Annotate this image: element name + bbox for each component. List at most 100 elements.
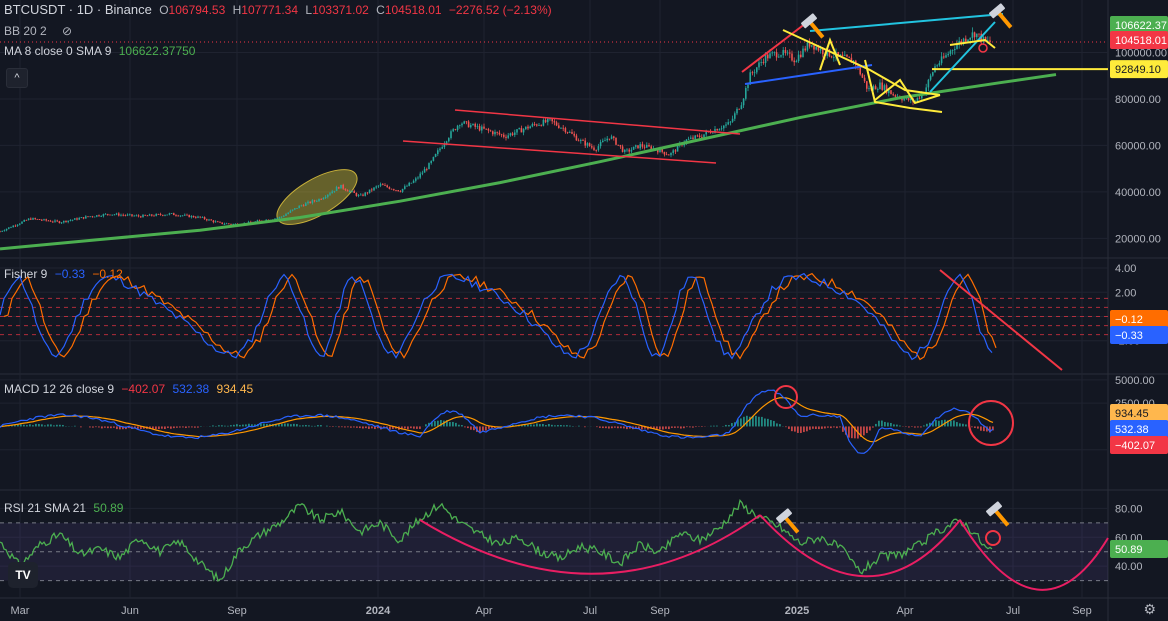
macd-histogram-bar	[662, 426, 664, 430]
candle-body	[894, 95, 897, 97]
candle-body	[562, 127, 564, 129]
candle-body	[569, 132, 571, 133]
macd-histogram-bar	[467, 426, 469, 429]
candle-body	[588, 143, 591, 147]
candle-body	[558, 125, 560, 129]
candle-body	[166, 214, 168, 216]
bb-legend[interactable]: BB 20 2 ⊘	[4, 23, 76, 39]
macd-histogram-bar	[236, 424, 238, 427]
close-label: C	[376, 3, 385, 17]
candle-body	[597, 146, 600, 151]
candle-body	[747, 84, 749, 89]
candle-body	[544, 119, 547, 123]
candle-body	[641, 144, 644, 147]
macd-histogram-bar	[326, 425, 328, 427]
candle-body	[153, 215, 155, 217]
collapse-legend-button[interactable]: ^	[6, 68, 28, 88]
macd-histogram-bar	[281, 423, 283, 427]
macd-histogram-bar	[827, 426, 829, 428]
eye-off-icon[interactable]: ⊘	[62, 24, 72, 38]
candle-body	[351, 190, 353, 192]
candle-body	[219, 221, 221, 223]
candle-body	[395, 190, 397, 191]
gear-icon[interactable]: ⚙	[1143, 601, 1156, 618]
candle-body	[947, 53, 949, 56]
candle-body	[179, 215, 182, 217]
high-value: 107771.34	[241, 3, 299, 17]
candle-body	[437, 150, 439, 154]
candle-body	[408, 182, 410, 186]
candle-body	[333, 190, 336, 192]
candle-body	[445, 141, 448, 144]
candle-body	[102, 214, 105, 217]
macd-histogram-bar	[659, 426, 661, 430]
candle-body	[949, 50, 952, 54]
macd-histogram-bar	[239, 424, 241, 427]
low-value: 103371.02	[312, 3, 369, 17]
candle-body	[571, 132, 573, 134]
macd-histogram-bar	[23, 424, 25, 427]
candle-body	[298, 205, 300, 209]
fisher-value-2: −0.12	[92, 267, 123, 281]
candle-body	[10, 227, 12, 229]
candle-body	[91, 216, 94, 218]
macd-histogram-bar	[176, 426, 178, 428]
chart-canvas[interactable]: 20000.00 40000.00 60000.00 80000.00 100000.0…	[0, 0, 1168, 621]
macd-legend: MACD 12 26 close 9 −402.07 532.38 934.45	[4, 381, 257, 397]
candle-body	[140, 216, 142, 218]
candle-body	[98, 215, 100, 217]
candle-body	[404, 186, 406, 189]
candle-body	[786, 52, 789, 54]
candle-body	[366, 192, 369, 194]
candle-body	[69, 220, 72, 221]
candle-body	[586, 143, 589, 146]
candle-body	[989, 40, 991, 43]
macd-histogram-bar	[917, 426, 919, 428]
macd-histogram-bar	[197, 426, 199, 428]
candle-body	[797, 54, 800, 62]
candle-body	[459, 125, 461, 127]
macd-histogram-bar	[263, 423, 265, 427]
macd-histogram-bar	[923, 425, 925, 427]
macd-histogram-bar	[770, 420, 772, 427]
macd-histogram-bar	[296, 424, 298, 427]
open-value: 106794.53	[168, 3, 226, 17]
candle-body	[577, 140, 580, 142]
macd-histogram-bar	[95, 426, 97, 428]
candle-body	[49, 220, 52, 222]
candle-body	[14, 225, 17, 227]
macd-histogram-bar	[341, 426, 343, 428]
macd-histogram-bar	[542, 423, 544, 427]
candle-body	[485, 128, 487, 130]
candle-body	[30, 218, 32, 220]
candle-body	[529, 126, 531, 129]
candle-body	[173, 213, 175, 216]
candle-body	[511, 133, 514, 135]
macd-histogram-bar	[92, 426, 94, 428]
candle-body	[382, 184, 384, 186]
macd-histogram-bar	[761, 416, 763, 427]
candle-body	[492, 131, 494, 135]
candle-body	[663, 151, 666, 155]
macd-histogram-bar	[353, 426, 355, 428]
candle-body	[124, 215, 127, 216]
macd-histogram-bar	[179, 426, 181, 428]
candle-body	[575, 135, 578, 141]
candle-body	[456, 125, 459, 130]
macd-value-2: 532.38	[172, 382, 210, 396]
bb-label: BB 20 2	[4, 24, 47, 38]
candle-body	[331, 191, 333, 194]
macd-histogram-bar	[527, 424, 529, 427]
macd-histogram-bar	[887, 422, 889, 427]
macd-histogram-bar	[725, 424, 727, 427]
candle-body	[694, 135, 696, 139]
candle-body	[375, 186, 377, 188]
tradingview-logo[interactable]: TV	[8, 562, 38, 588]
macd-histogram-bar	[890, 422, 892, 427]
cyan-rising-line	[929, 21, 996, 93]
rsi-tick-label: 40.00	[1115, 561, 1143, 573]
candle-body	[753, 72, 756, 74]
candle-body	[399, 191, 402, 193]
candle-body	[283, 215, 285, 217]
candle-body	[738, 108, 740, 110]
